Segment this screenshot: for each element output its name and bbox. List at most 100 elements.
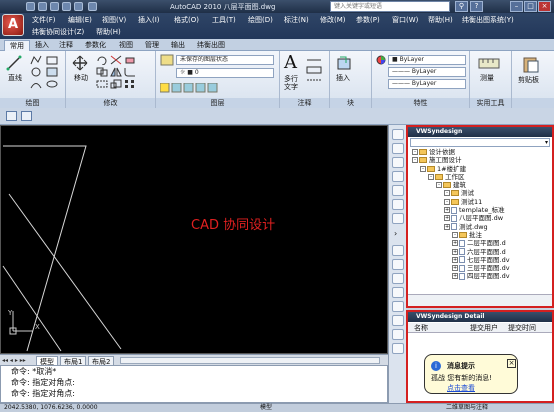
color-dropdown[interactable]: ■ ByLayer	[388, 55, 466, 65]
tool-icon-8[interactable]	[392, 245, 404, 256]
tree-horizontal-scrollbar[interactable]	[408, 294, 552, 306]
tool-icon-10[interactable]	[392, 273, 404, 284]
paste-icon[interactable]	[522, 55, 540, 73]
tool-icon-3[interactable]	[392, 157, 404, 168]
col-submitter[interactable]: 提交用户	[470, 323, 498, 333]
project-selector[interactable]: ▾	[410, 138, 550, 147]
tree-node[interactable]: - 工作区	[408, 173, 552, 181]
tab-output[interactable]: 输出	[166, 40, 190, 51]
tool-icon-2[interactable]	[392, 143, 404, 154]
new-icon[interactable]	[26, 2, 35, 11]
layer-dropdown[interactable]: ☼ ■ 0	[176, 68, 274, 78]
col-submit-time[interactable]: 提交时间	[508, 323, 536, 333]
menu-tools[interactable]: 工具(T)	[212, 15, 236, 25]
tree-node[interactable]: - 测试	[408, 189, 552, 197]
multiline-text-icon[interactable]: A	[284, 52, 297, 73]
tree-node[interactable]: + 七层平面图.dv	[408, 256, 552, 264]
tree-node[interactable]: + 四层平面图.dv	[408, 272, 552, 280]
menu-collab-design[interactable]: 纬衡协同设计(Z)	[32, 27, 84, 37]
menu-modify[interactable]: 修改(M)	[320, 15, 346, 25]
measure-icon[interactable]	[478, 55, 500, 71]
tree-node[interactable]: + 三层平面图.dv	[408, 264, 552, 272]
layer-properties-icon[interactable]	[160, 54, 174, 66]
expand-toggle-icon[interactable]: -	[444, 198, 450, 205]
tool-icon-14[interactable]	[392, 329, 404, 340]
menu-help-2[interactable]: 帮助(H)	[96, 27, 121, 37]
tab-view[interactable]: 视图	[114, 40, 138, 51]
menu-view[interactable]: 视图(V)	[102, 15, 126, 25]
fillet-icon[interactable]	[124, 67, 136, 77]
expand-toggle-icon[interactable]: -	[428, 173, 434, 180]
tool-icon-13[interactable]	[392, 315, 404, 326]
tab-home[interactable]: 常用	[4, 40, 30, 51]
tab-annotate[interactable]: 注释	[54, 40, 78, 51]
model-space-toggle[interactable]: 模型	[260, 404, 272, 412]
command-line[interactable]: 命令: *取消* 命令: 指定对角点: 命令: 指定对角点:	[0, 365, 388, 403]
maximize-icon[interactable]: □	[524, 1, 537, 12]
drawing-canvas[interactable]: Y X CAD 协同设计	[0, 125, 388, 354]
rotate-icon[interactable]	[96, 55, 108, 65]
tool-icon-15[interactable]	[392, 343, 404, 354]
expand-toggle-icon[interactable]: +	[444, 215, 450, 222]
tree-node[interactable]: + 八层平面图.dw	[408, 214, 552, 222]
polyline-icon[interactable]	[30, 55, 42, 65]
expand-toggle-icon[interactable]: -	[412, 157, 418, 164]
menu-window[interactable]: 窗口(W)	[392, 15, 418, 25]
erase-icon[interactable]	[124, 55, 136, 65]
tree-node[interactable]: - 1#楼扩建	[408, 165, 552, 173]
menu-file[interactable]: 文件(F)	[32, 15, 56, 25]
tree-node[interactable]: + 二层平面图.d	[408, 239, 552, 247]
tree-node[interactable]: - 建筑	[408, 181, 552, 189]
trim-icon[interactable]	[110, 55, 122, 65]
properties-panel-label[interactable]: 特性	[372, 98, 469, 108]
menu-help[interactable]: 帮助(H)	[428, 15, 453, 25]
menu-format[interactable]: 格式(O)	[174, 15, 199, 25]
tab-plot[interactable]: 纬衡出图	[192, 40, 230, 51]
layer-state-dropdown[interactable]: 未保存的图层状态	[176, 55, 274, 65]
horizontal-scrollbar[interactable]	[120, 357, 380, 364]
expand-toggle-icon[interactable]: -	[420, 165, 426, 172]
array-icon[interactable]	[124, 79, 136, 89]
tree-node[interactable]: + 六层平面图.d	[408, 248, 552, 256]
tool-icon-12[interactable]	[392, 301, 404, 312]
minimize-icon[interactable]: –	[510, 1, 523, 12]
tool-icon-9[interactable]	[392, 259, 404, 270]
search-icon[interactable]: ⚲	[455, 1, 468, 12]
open-icon[interactable]	[38, 2, 47, 11]
expand-toggle-icon[interactable]: +	[444, 223, 450, 230]
copy-icon[interactable]	[96, 67, 108, 77]
tool-icon-5[interactable]	[392, 185, 404, 196]
tool-icon-11[interactable]	[392, 287, 404, 298]
search-input[interactable]: 键入关键字或短语	[330, 1, 450, 12]
expand-toggle-icon[interactable]: +	[452, 248, 458, 255]
line-icon[interactable]	[6, 55, 22, 71]
modify-panel-label[interactable]: 修改	[66, 98, 155, 108]
move-icon[interactable]	[72, 55, 88, 71]
layers-panel-label[interactable]: 图层	[156, 98, 279, 108]
popup-close-icon[interactable]: ×	[507, 359, 516, 368]
expand-toggle-icon[interactable]: +	[452, 273, 458, 280]
expand-toggle-icon[interactable]: +	[452, 256, 458, 263]
scale-icon[interactable]	[110, 79, 122, 89]
expand-toggle-icon[interactable]: -	[412, 149, 418, 155]
layout-icon[interactable]	[6, 111, 17, 121]
rectangle-icon[interactable]	[46, 55, 58, 65]
stretch-icon[interactable]	[96, 79, 108, 89]
redo-icon[interactable]	[74, 2, 83, 11]
close-icon[interactable]: ×	[538, 1, 551, 12]
ellipse-icon[interactable]	[46, 79, 58, 89]
collapse-arrow-icon[interactable]: ›	[394, 229, 397, 238]
expand-toggle-icon[interactable]: +	[452, 240, 458, 247]
expand-toggle-icon[interactable]: -	[444, 190, 450, 197]
menu-edit[interactable]: 编辑(E)	[68, 15, 92, 25]
insert-block-icon[interactable]	[336, 55, 354, 71]
menu-draw[interactable]: 绘图(D)	[248, 15, 273, 25]
col-name[interactable]: 名称	[414, 323, 428, 333]
help-icon[interactable]: ?	[470, 1, 483, 12]
layer-tools-icons[interactable]	[160, 83, 220, 93]
color-wheel-icon[interactable]	[376, 55, 386, 65]
tree-node[interactable]: - 批注	[408, 231, 552, 239]
tree-node[interactable]: - 测试11	[408, 198, 552, 206]
menu-insert[interactable]: 插入(I)	[138, 15, 160, 25]
tool-icon-1[interactable]	[392, 129, 404, 140]
